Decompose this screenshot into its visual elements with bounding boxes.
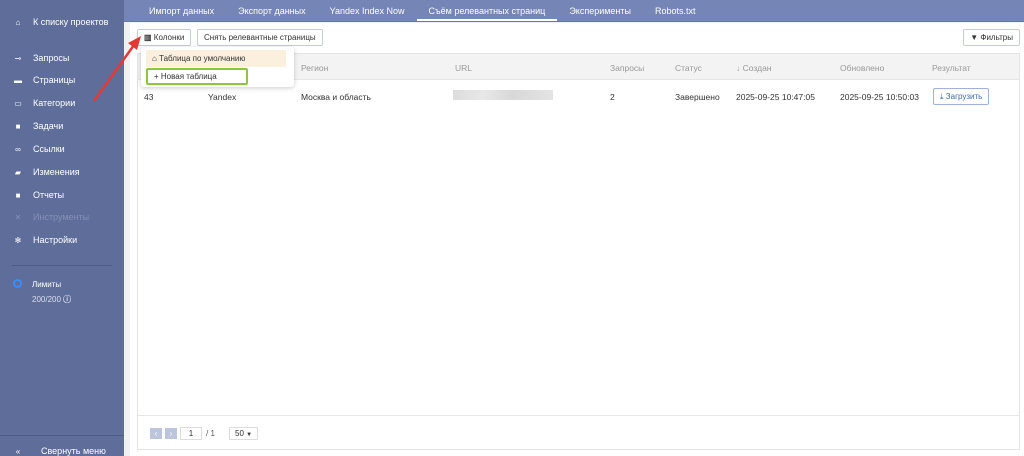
arrow-head	[128, 36, 141, 50]
arrow-shaft	[92, 44, 136, 102]
annotation-arrow	[92, 36, 141, 102]
